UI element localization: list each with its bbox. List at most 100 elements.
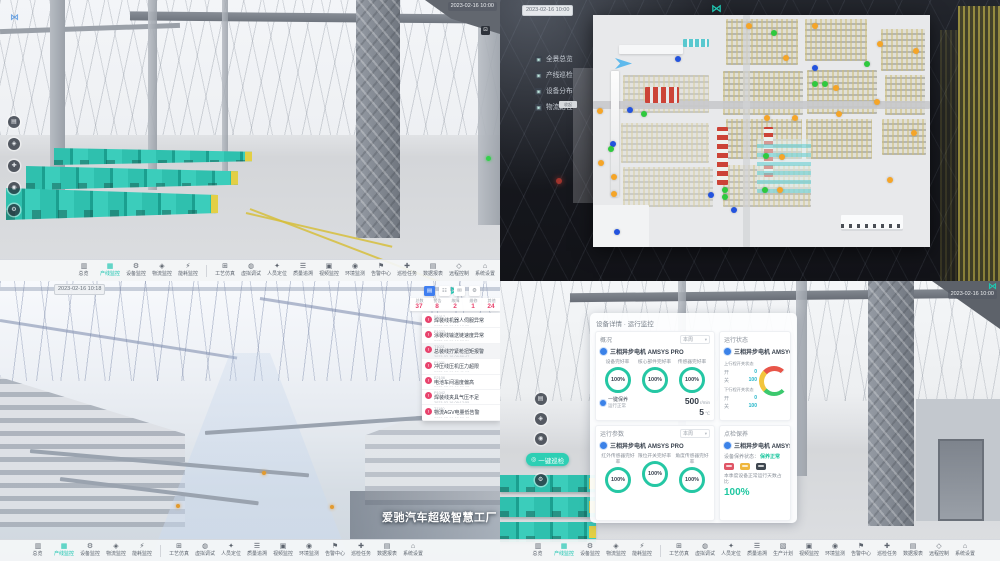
toolbar-item[interactable]: ◇远程控制 xyxy=(447,263,471,278)
status-dot[interactable] xyxy=(722,194,728,200)
toolbar-item[interactable]: ▦产线监控 xyxy=(552,543,576,558)
toolbar-item[interactable]: ⊞工艺仿真 xyxy=(167,543,191,558)
status-dot[interactable] xyxy=(598,160,604,166)
status-dot[interactable] xyxy=(822,81,828,87)
status-dot[interactable] xyxy=(887,177,893,183)
toolbar-item[interactable]: ▥总览 xyxy=(26,543,50,558)
toolbar-item[interactable]: ✦人员定位 xyxy=(719,543,743,558)
toolbar-item[interactable]: ▥总览 xyxy=(526,543,550,558)
scene-badge[interactable]: ◉ xyxy=(8,182,20,194)
status-dot[interactable] xyxy=(608,146,614,152)
toolbar-item[interactable]: ⌂系统设置 xyxy=(401,543,425,558)
scene-badge[interactable]: ✚ xyxy=(8,160,20,172)
toolbar-item[interactable]: ⚡能耗监控 xyxy=(130,543,154,558)
toolbar-item[interactable]: ⚙设备监控 xyxy=(578,543,602,558)
toolbar-item[interactable]: ▤数据报表 xyxy=(901,543,925,558)
floor-plan-map[interactable] xyxy=(593,15,930,247)
status-dot[interactable] xyxy=(836,111,842,117)
scene-badge[interactable]: ⚙ xyxy=(535,474,547,486)
period-select[interactable]: 本周 ▾ xyxy=(680,335,710,344)
status-dot[interactable] xyxy=(771,30,777,36)
status-dot[interactable] xyxy=(792,115,798,121)
toolbar-item[interactable]: ⚡能耗监控 xyxy=(630,543,654,558)
status-dot[interactable] xyxy=(746,23,752,29)
toolbar-item[interactable]: ✦人员定位 xyxy=(265,263,289,278)
layer-menu-item[interactable]: ▣全景总览 xyxy=(535,54,574,64)
scene-badge[interactable]: ◉ xyxy=(535,433,547,445)
status-dot[interactable] xyxy=(764,115,770,121)
toolbar-item[interactable]: ◈物流监控 xyxy=(104,543,128,558)
alarm-item[interactable]: !T1180物流AGV电量低告警2023-02-16 08:58:40 xyxy=(422,405,500,420)
toolbar-item[interactable]: ◈物流监控 xyxy=(604,543,628,558)
toolbar-item[interactable]: ▣视频监控 xyxy=(797,543,821,558)
toolbar-item[interactable]: ⌂系统设置 xyxy=(473,263,497,278)
view-toggle-button[interactable]: ⊡ xyxy=(481,26,490,35)
toolbar-item[interactable]: ⚡能耗监控 xyxy=(176,263,200,278)
toolbar-item[interactable]: ◉环境监测 xyxy=(297,543,321,558)
toolbar-item[interactable]: ◍虚拟调试 xyxy=(193,543,217,558)
scene-badge[interactable]: ⚙ xyxy=(8,204,20,216)
alarm-tab[interactable]: ⚙ xyxy=(469,286,480,296)
toolbar-item[interactable]: ⚑告警中心 xyxy=(323,543,347,558)
toolbar-item[interactable]: ◍虚拟调试 xyxy=(693,543,717,558)
status-dot[interactable] xyxy=(614,229,620,235)
status-dot[interactable] xyxy=(731,207,737,213)
toolbar-item[interactable]: ⊞工艺仿真 xyxy=(213,263,237,278)
scene-badge[interactable]: ▤ xyxy=(535,393,547,405)
alarm-tab[interactable]: ☷ xyxy=(439,286,450,296)
alarm-item[interactable]: !P1031冲压线压机压力超限2023-02-16 09:41:18 xyxy=(422,359,500,374)
scene-badge[interactable]: ▤ xyxy=(8,116,20,128)
alarm-item[interactable]: !E2106电池车间温度偏高2023-02-16 09:30:02 xyxy=(422,375,500,390)
status-dot[interactable] xyxy=(708,192,714,198)
layer-menu-item[interactable]: ▣产线巡检 xyxy=(535,70,574,80)
status-dot[interactable] xyxy=(763,153,769,159)
toolbar-item[interactable]: ◇远程控制 xyxy=(927,543,951,558)
toolbar-item[interactable]: ▣视频监控 xyxy=(317,263,341,278)
toolbar-item[interactable]: ⚑告警中心 xyxy=(369,263,393,278)
toolbar-item[interactable]: ⌂系统设置 xyxy=(953,543,977,558)
status-dot-green[interactable] xyxy=(486,156,491,161)
toolbar-item[interactable]: ☰质量追溯 xyxy=(745,543,769,558)
status-dot[interactable] xyxy=(812,23,818,29)
toolbar-item[interactable]: ✦人员定位 xyxy=(219,543,243,558)
alarm-item[interactable]: !T1021总装线拧紧枪扭矩报警2023-02-16 09:56:47 xyxy=(422,344,500,359)
toolbar-item[interactable]: ◉环境监测 xyxy=(823,543,847,558)
status-dot[interactable] xyxy=(874,99,880,105)
toolbar-item[interactable]: ▤数据报表 xyxy=(421,263,445,278)
status-dot[interactable] xyxy=(762,187,768,193)
toolbar-item[interactable]: ◈物流监控 xyxy=(150,263,174,278)
status-dot[interactable] xyxy=(779,154,785,160)
period-select[interactable]: 本周 ▾ xyxy=(680,429,710,438)
toolbar-item[interactable]: ▣视频监控 xyxy=(271,543,295,558)
collapse-button[interactable]: 收起 xyxy=(559,101,577,108)
toolbar-item[interactable]: ▦产线监控 xyxy=(98,263,122,278)
status-dot[interactable] xyxy=(864,61,870,67)
toolbar-item[interactable]: ▦产线监控 xyxy=(52,543,76,558)
status-dot[interactable] xyxy=(877,41,883,47)
status-dot[interactable] xyxy=(722,187,728,193)
status-dot[interactable] xyxy=(911,130,917,136)
status-dot[interactable] xyxy=(641,111,647,117)
q3-alarm-list[interactable]: !P1017焊装线机器人伺服异常2023-02-16 10:12:35!P102… xyxy=(422,313,500,421)
scene-badge[interactable]: ◈ xyxy=(535,413,547,425)
status-dot[interactable] xyxy=(675,56,681,62)
patrol-button[interactable]: ◎一键巡检 xyxy=(526,453,569,466)
alarm-item[interactable]: !P1017焊装线机器人伺服异常2023-02-16 10:12:35 xyxy=(422,313,500,328)
toolbar-item[interactable]: ⚑告警中心 xyxy=(849,543,873,558)
alarm-item[interactable]: !P1023涂装线输送链速度异常2023-02-16 10:08:21 xyxy=(422,328,500,343)
toolbar-item[interactable]: ☰质量追溯 xyxy=(291,263,315,278)
maintain-row[interactable]: 一键保养 运行正常 xyxy=(600,396,628,409)
toolbar-item[interactable]: ▤数据报表 xyxy=(375,543,399,558)
toolbar-item[interactable]: ☰质量追溯 xyxy=(245,543,269,558)
toolbar-item[interactable]: ⚙设备监控 xyxy=(124,263,148,278)
status-dot[interactable] xyxy=(833,85,839,91)
toolbar-item[interactable]: ⚙设备监控 xyxy=(78,543,102,558)
status-dot[interactable] xyxy=(597,108,603,114)
status-dot[interactable] xyxy=(611,191,617,197)
status-dot[interactable] xyxy=(777,187,783,193)
status-dot[interactable] xyxy=(812,81,818,87)
status-dot[interactable] xyxy=(783,55,789,61)
toolbar-item[interactable]: ◉环境监测 xyxy=(343,263,367,278)
alarm-tab[interactable]: ✉ xyxy=(454,286,465,296)
status-dot[interactable] xyxy=(611,174,617,180)
